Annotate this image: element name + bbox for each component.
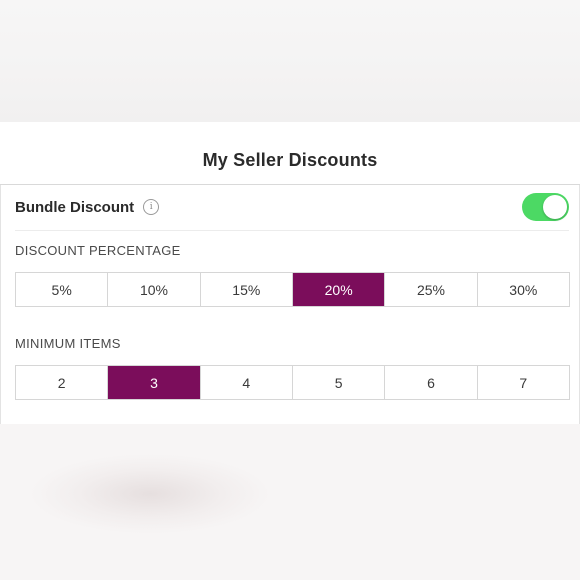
minimum-option-7[interactable]: 7 — [476, 366, 569, 399]
minimum-items-label: MINIMUM ITEMS — [15, 336, 121, 351]
page-title: My Seller Discounts — [202, 149, 378, 170]
background-bottom — [0, 424, 580, 580]
minimum-option-4[interactable]: 4 — [199, 366, 292, 399]
seller-discounts-panel: My Seller Discounts Bundle Discount i DI… — [0, 122, 580, 424]
discount-option-5[interactable]: 5% — [16, 273, 108, 306]
discount-option-10[interactable]: 10% — [107, 273, 200, 306]
info-icon[interactable]: i — [143, 198, 160, 215]
minimum-option-3[interactable]: 3 — [107, 366, 200, 399]
discount-option-30[interactable]: 30% — [476, 273, 569, 306]
discount-percentage-selector: 5% 10% 15% 20% 25% 30% — [15, 272, 570, 307]
discount-percentage-label: DISCOUNT PERCENTAGE — [15, 243, 181, 258]
screen: My Seller Discounts Bundle Discount i DI… — [0, 0, 580, 580]
discounts-body: Bundle Discount i DISCOUNT PERCENTAGE 5%… — [0, 185, 580, 424]
toggle-knob — [543, 195, 567, 219]
discount-option-25[interactable]: 25% — [384, 273, 477, 306]
header: My Seller Discounts — [0, 122, 580, 185]
bundle-discount-row: Bundle Discount i — [15, 185, 569, 231]
background-top — [0, 0, 580, 122]
minimum-items-selector: 2 3 4 5 6 7 — [15, 365, 570, 400]
bundle-discount-toggle[interactable] — [522, 193, 569, 221]
discount-option-15[interactable]: 15% — [199, 273, 292, 306]
minimum-option-2[interactable]: 2 — [16, 366, 108, 399]
discount-option-20[interactable]: 20% — [291, 273, 385, 306]
minimum-option-5[interactable]: 5 — [291, 366, 385, 399]
bundle-discount-label: Bundle Discount — [15, 199, 135, 216]
minimum-option-6[interactable]: 6 — [384, 366, 477, 399]
